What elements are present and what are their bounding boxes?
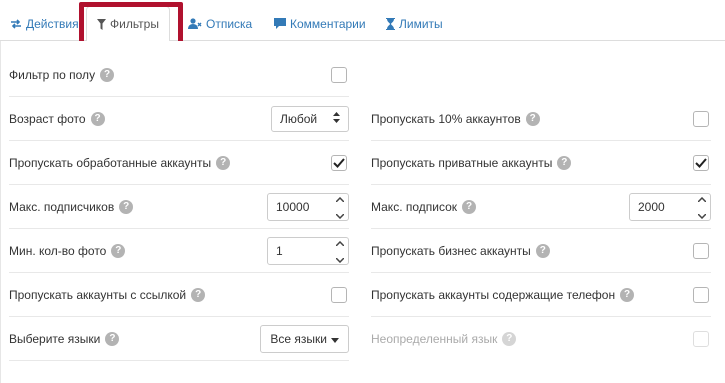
row-skip-processed: Пропускать обработанные аккаунты ? bbox=[9, 141, 349, 185]
row-skip-phone: Пропускать аккаунты содержащие телефон ? bbox=[371, 273, 711, 317]
languages-dropdown[interactable]: Все языки bbox=[260, 324, 349, 353]
row-skip-10: Пропускать 10% аккаунтов ? bbox=[371, 97, 711, 141]
help-icon[interactable]: ? bbox=[111, 243, 126, 258]
undefined-lang-label: Неопределенный язык bbox=[371, 332, 498, 346]
number-spinner[interactable] bbox=[335, 191, 345, 222]
comment-icon bbox=[274, 18, 286, 29]
spin-down-icon[interactable] bbox=[335, 208, 345, 222]
checkmark-icon bbox=[695, 157, 707, 168]
help-icon[interactable]: ? bbox=[100, 67, 115, 82]
row-skip-private: Пропускать приватные аккаунты ? bbox=[371, 141, 711, 185]
number-spinner[interactable] bbox=[697, 191, 707, 222]
photo-age-label: Возраст фото bbox=[9, 111, 86, 126]
skip-with-link-label: Пропускать аккаунты с ссылкой bbox=[9, 287, 187, 302]
max-following-value: 2000 bbox=[638, 199, 665, 214]
max-following-label: Макс. подписок bbox=[371, 199, 458, 214]
help-icon[interactable]: ? bbox=[557, 155, 572, 170]
hourglass-icon bbox=[386, 17, 395, 30]
skip-10-checkbox[interactable] bbox=[693, 110, 709, 127]
row-skip-with-link: Пропускать аккаунты с ссылкой ? bbox=[9, 273, 349, 317]
filter-icon bbox=[97, 18, 106, 30]
skip-phone-label: Пропускать аккаунты содержащие телефон bbox=[371, 287, 616, 302]
languages-label: Выберите языки bbox=[9, 331, 101, 346]
skip-10-label: Пропускать 10% аккаунтов bbox=[371, 111, 521, 126]
skip-private-checkbox[interactable] bbox=[693, 154, 709, 171]
user-remove-icon bbox=[188, 18, 202, 29]
tab-actions[interactable]: Действия bbox=[0, 6, 89, 41]
min-photos-input[interactable]: 1 bbox=[267, 235, 349, 266]
caret-down-icon bbox=[331, 332, 339, 346]
max-followers-value: 10000 bbox=[276, 199, 310, 214]
help-icon[interactable]: ? bbox=[502, 332, 517, 346]
tab-limits-label: Лимиты bbox=[399, 16, 443, 31]
row-min-photos: Мин. кол-во фото ? 1 bbox=[9, 229, 349, 273]
skip-business-checkbox[interactable] bbox=[693, 242, 709, 259]
number-spinner[interactable] bbox=[335, 235, 345, 266]
skip-processed-label: Пропускать обработанные аккаунты bbox=[9, 155, 212, 170]
gender-filter-label: Фильтр по полу bbox=[9, 67, 96, 82]
max-followers-input[interactable]: 10000 bbox=[267, 191, 349, 222]
undefined-lang-checkbox bbox=[693, 331, 709, 347]
skip-business-label: Пропускать бизнес аккаунты bbox=[371, 243, 531, 258]
tab-bar: Действия Фильтры Отписка Комментарии Лим… bbox=[0, 0, 725, 42]
languages-value: Все языки bbox=[270, 331, 327, 346]
spin-down-icon[interactable] bbox=[335, 252, 345, 266]
spin-up-icon[interactable] bbox=[335, 235, 345, 249]
tab-actions-label: Действия bbox=[26, 16, 79, 31]
skip-private-label: Пропускать приватные аккаунты bbox=[371, 155, 553, 170]
help-icon[interactable]: ? bbox=[525, 111, 540, 126]
min-photos-label: Мин. кол-во фото bbox=[9, 243, 107, 258]
row-languages: Выберите языки ? Все языки bbox=[9, 317, 349, 361]
help-icon[interactable]: ? bbox=[90, 111, 105, 126]
row-max-followers: Макс. подписчиков ? 10000 bbox=[9, 185, 349, 229]
max-followers-label: Макс. подписчиков bbox=[9, 199, 115, 214]
row-gender-filter: Фильтр по полу ? bbox=[9, 53, 349, 97]
skip-phone-checkbox[interactable] bbox=[693, 286, 709, 303]
min-photos-value: 1 bbox=[276, 243, 283, 258]
skip-with-link-checkbox[interactable] bbox=[331, 286, 347, 303]
tab-limits[interactable]: Лимиты bbox=[376, 6, 453, 41]
skip-processed-checkbox[interactable] bbox=[331, 154, 347, 171]
gender-filter-checkbox[interactable] bbox=[331, 66, 347, 83]
checkmark-icon bbox=[333, 157, 345, 168]
photo-age-select[interactable]: Любой bbox=[271, 105, 349, 132]
help-icon[interactable]: ? bbox=[462, 199, 477, 214]
help-icon[interactable]: ? bbox=[620, 287, 635, 302]
row-undefined-lang: Неопределенный язык ? bbox=[371, 317, 711, 361]
updown-arrows-icon bbox=[333, 111, 340, 126]
photo-age-value: Любой bbox=[280, 111, 318, 126]
help-icon[interactable]: ? bbox=[119, 199, 134, 214]
row-photo-age: Возраст фото ? Любой bbox=[9, 97, 349, 141]
help-icon[interactable]: ? bbox=[216, 155, 231, 170]
tab-filters-label: Фильтры bbox=[110, 17, 159, 31]
spin-down-icon[interactable] bbox=[697, 208, 707, 222]
tab-unfollow[interactable]: Отписка bbox=[178, 6, 262, 41]
row-max-following: Макс. подписок ? 2000 bbox=[371, 185, 711, 229]
tab-comments-label: Комментарии bbox=[290, 16, 366, 31]
arrows-exchange-icon bbox=[10, 18, 22, 29]
spin-up-icon[interactable] bbox=[697, 191, 707, 205]
tab-comments[interactable]: Комментарии bbox=[264, 6, 376, 41]
max-following-input[interactable]: 2000 bbox=[629, 191, 711, 222]
help-icon[interactable]: ? bbox=[535, 243, 550, 258]
filters-panel: Фильтр по полу ? Возраст фото ? Любой Пр… bbox=[0, 41, 725, 383]
help-icon[interactable]: ? bbox=[191, 287, 206, 302]
spin-up-icon[interactable] bbox=[335, 191, 345, 205]
help-icon[interactable]: ? bbox=[105, 331, 120, 346]
row-skip-business: Пропускать бизнес аккаунты ? bbox=[371, 229, 711, 273]
tab-unfollow-label: Отписка bbox=[206, 16, 253, 31]
tab-filters[interactable]: Фильтры bbox=[86, 6, 170, 42]
